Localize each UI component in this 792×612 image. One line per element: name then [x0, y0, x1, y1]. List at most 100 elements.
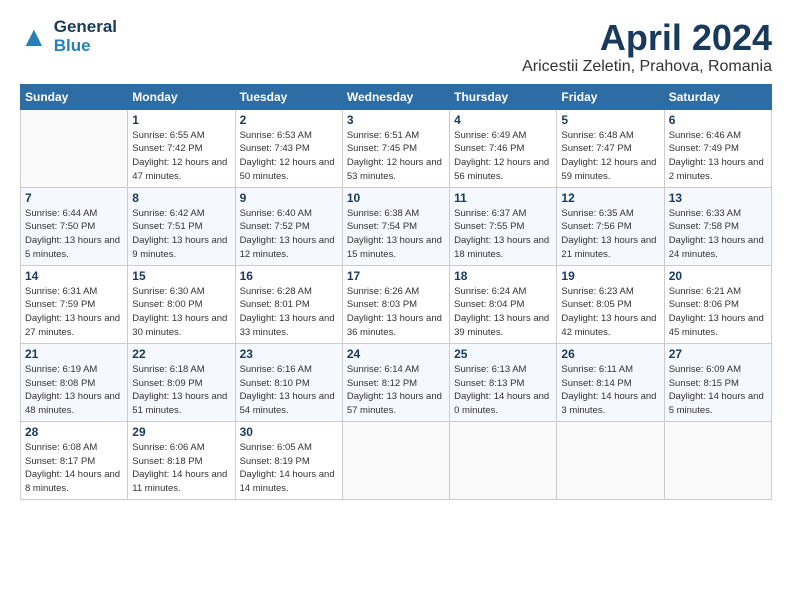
day-number: 18: [454, 269, 552, 283]
day-cell: 14Sunrise: 6:31 AM Sunset: 7:59 PM Dayli…: [21, 265, 128, 343]
day-info: Sunrise: 6:55 AM Sunset: 7:42 PM Dayligh…: [132, 129, 230, 184]
week-row-0: 1Sunrise: 6:55 AM Sunset: 7:42 PM Daylig…: [21, 109, 772, 187]
day-number: 19: [561, 269, 659, 283]
day-cell: 7Sunrise: 6:44 AM Sunset: 7:50 PM Daylig…: [21, 187, 128, 265]
day-cell: 19 Sunrise: 6:23 AM Sunset: 8:05 PM Dayli…: [557, 265, 664, 343]
day-number: 9: [240, 191, 338, 205]
day-cell: 5 Sunrise: 6:48 AM Sunset: 7:47 PM Daylig…: [557, 109, 664, 187]
day-info: Sunrise: 6:46 AM Sunset: 7:49 PM Dayligh…: [669, 129, 767, 184]
day-cell: 20 Sunrise: 6:21 AM Sunset: 8:06 PM Dayli…: [664, 265, 771, 343]
day-info: Sunrise: 6:11 AM Sunset: 8:14 PM Dayligh…: [561, 363, 659, 418]
day-cell: 12 Sunrise: 6:35 AM Sunset: 7:56 PM Dayli…: [557, 187, 664, 265]
day-info: Sunrise: 6:05 AM Sunset: 8:19 PM Dayligh…: [240, 441, 338, 496]
day-number: 20: [669, 269, 767, 283]
day-cell: 2 Sunrise: 6:53 AM Sunset: 7:43 PM Daylig…: [235, 109, 342, 187]
day-cell: 24Sunrise: 6:14 AM Sunset: 8:12 PM Dayli…: [342, 343, 449, 421]
title-location: Aricestii Zeletin, Prahova, Romania: [522, 58, 772, 76]
day-number: 30: [240, 425, 338, 439]
day-number: 10: [347, 191, 445, 205]
week-row-4: 28 Sunrise: 6:08 AM Sunset: 8:17 PM Dayli…: [21, 421, 772, 499]
day-info: Sunrise: 6:49 AM Sunset: 7:46 PM Dayligh…: [454, 129, 552, 184]
day-info: Sunrise: 6:13 AM Sunset: 8:13 PM Dayligh…: [454, 363, 552, 418]
day-number: 27: [669, 347, 767, 361]
day-info: Sunrise: 6:42 AM Sunset: 7:51 PM Dayligh…: [132, 207, 230, 262]
day-cell: [664, 421, 771, 499]
day-cell: 25 Sunrise: 6:13 AM Sunset: 8:13 PM Dayli…: [450, 343, 557, 421]
day-cell: [557, 421, 664, 499]
title-month: April 2024: [522, 18, 772, 58]
day-cell: 3Sunrise: 6:51 AM Sunset: 7:45 PM Daylig…: [342, 109, 449, 187]
logo-icon: ▲: [20, 23, 48, 51]
week-row-2: 14Sunrise: 6:31 AM Sunset: 7:59 PM Dayli…: [21, 265, 772, 343]
header: ▲ General Blue April 2024 Aricestii Zele…: [20, 18, 772, 76]
day-info: Sunrise: 6:09 AM Sunset: 8:15 PM Dayligh…: [669, 363, 767, 418]
day-number: 15: [132, 269, 230, 283]
header-row: SundayMondayTuesdayWednesdayThursdayFrid…: [21, 84, 772, 109]
day-cell: 29Sunrise: 6:06 AM Sunset: 8:18 PM Dayli…: [128, 421, 235, 499]
day-cell: 21Sunrise: 6:19 AM Sunset: 8:08 PM Dayli…: [21, 343, 128, 421]
day-info: Sunrise: 6:19 AM Sunset: 8:08 PM Dayligh…: [25, 363, 123, 418]
day-cell: 23 Sunrise: 6:16 AM Sunset: 8:10 PM Dayli…: [235, 343, 342, 421]
day-info: Sunrise: 6:38 AM Sunset: 7:54 PM Dayligh…: [347, 207, 445, 262]
column-header-tuesday: Tuesday: [235, 84, 342, 109]
column-header-thursday: Thursday: [450, 84, 557, 109]
day-number: 7: [25, 191, 123, 205]
day-info: Sunrise: 6:33 AM Sunset: 7:58 PM Dayligh…: [669, 207, 767, 262]
day-cell: [450, 421, 557, 499]
day-number: 12: [561, 191, 659, 205]
day-number: 17: [347, 269, 445, 283]
day-info: Sunrise: 6:35 AM Sunset: 7:56 PM Dayligh…: [561, 207, 659, 262]
column-header-wednesday: Wednesday: [342, 84, 449, 109]
day-cell: 13 Sunrise: 6:33 AM Sunset: 7:58 PM Dayli…: [664, 187, 771, 265]
day-info: Sunrise: 6:23 AM Sunset: 8:05 PM Dayligh…: [561, 285, 659, 340]
day-info: Sunrise: 6:48 AM Sunset: 7:47 PM Dayligh…: [561, 129, 659, 184]
day-cell: [21, 109, 128, 187]
day-info: Sunrise: 6:21 AM Sunset: 8:06 PM Dayligh…: [669, 285, 767, 340]
day-cell: 4 Sunrise: 6:49 AM Sunset: 7:46 PM Daylig…: [450, 109, 557, 187]
day-cell: 18Sunrise: 6:24 AM Sunset: 8:04 PM Dayli…: [450, 265, 557, 343]
day-number: 2: [240, 113, 338, 127]
day-info: Sunrise: 6:18 AM Sunset: 8:09 PM Dayligh…: [132, 363, 230, 418]
column-header-saturday: Saturday: [664, 84, 771, 109]
day-number: 23: [240, 347, 338, 361]
day-info: Sunrise: 6:30 AM Sunset: 8:00 PM Dayligh…: [132, 285, 230, 340]
week-row-3: 21Sunrise: 6:19 AM Sunset: 8:08 PM Dayli…: [21, 343, 772, 421]
day-info: Sunrise: 6:37 AM Sunset: 7:55 PM Dayligh…: [454, 207, 552, 262]
day-number: 26: [561, 347, 659, 361]
day-number: 5: [561, 113, 659, 127]
day-info: Sunrise: 6:28 AM Sunset: 8:01 PM Dayligh…: [240, 285, 338, 340]
day-cell: 10 Sunrise: 6:38 AM Sunset: 7:54 PM Dayli…: [342, 187, 449, 265]
calendar-table: SundayMondayTuesdayWednesdayThursdayFrid…: [20, 84, 772, 500]
day-cell: 6 Sunrise: 6:46 AM Sunset: 7:49 PM Daylig…: [664, 109, 771, 187]
day-number: 22: [132, 347, 230, 361]
day-info: Sunrise: 6:31 AM Sunset: 7:59 PM Dayligh…: [25, 285, 123, 340]
day-cell: 28 Sunrise: 6:08 AM Sunset: 8:17 PM Dayli…: [21, 421, 128, 499]
day-info: Sunrise: 6:08 AM Sunset: 8:17 PM Dayligh…: [25, 441, 123, 496]
day-number: 13: [669, 191, 767, 205]
page: ▲ General Blue April 2024 Aricestii Zele…: [0, 0, 792, 510]
day-number: 28: [25, 425, 123, 439]
day-number: 6: [669, 113, 767, 127]
title-block: April 2024 Aricestii Zeletin, Prahova, R…: [522, 18, 772, 76]
day-cell: 11Sunrise: 6:37 AM Sunset: 7:55 PM Dayli…: [450, 187, 557, 265]
day-info: Sunrise: 6:53 AM Sunset: 7:43 PM Dayligh…: [240, 129, 338, 184]
day-cell: [342, 421, 449, 499]
day-info: Sunrise: 6:14 AM Sunset: 8:12 PM Dayligh…: [347, 363, 445, 418]
logo-text-general: General: [54, 18, 117, 37]
day-number: 16: [240, 269, 338, 283]
day-cell: 30 Sunrise: 6:05 AM Sunset: 8:19 PM Dayli…: [235, 421, 342, 499]
day-cell: 15 Sunrise: 6:30 AM Sunset: 8:00 PM Dayli…: [128, 265, 235, 343]
week-row-1: 7Sunrise: 6:44 AM Sunset: 7:50 PM Daylig…: [21, 187, 772, 265]
column-header-friday: Friday: [557, 84, 664, 109]
logo-text-blue: Blue: [54, 37, 117, 56]
day-cell: 1Sunrise: 6:55 AM Sunset: 7:42 PM Daylig…: [128, 109, 235, 187]
day-info: Sunrise: 6:06 AM Sunset: 8:18 PM Dayligh…: [132, 441, 230, 496]
logo: ▲ General Blue: [20, 18, 117, 55]
day-number: 4: [454, 113, 552, 127]
day-info: Sunrise: 6:16 AM Sunset: 8:10 PM Dayligh…: [240, 363, 338, 418]
day-number: 25: [454, 347, 552, 361]
column-header-monday: Monday: [128, 84, 235, 109]
column-header-sunday: Sunday: [21, 84, 128, 109]
day-cell: 27 Sunrise: 6:09 AM Sunset: 8:15 PM Dayli…: [664, 343, 771, 421]
day-cell: 8Sunrise: 6:42 AM Sunset: 7:51 PM Daylig…: [128, 187, 235, 265]
